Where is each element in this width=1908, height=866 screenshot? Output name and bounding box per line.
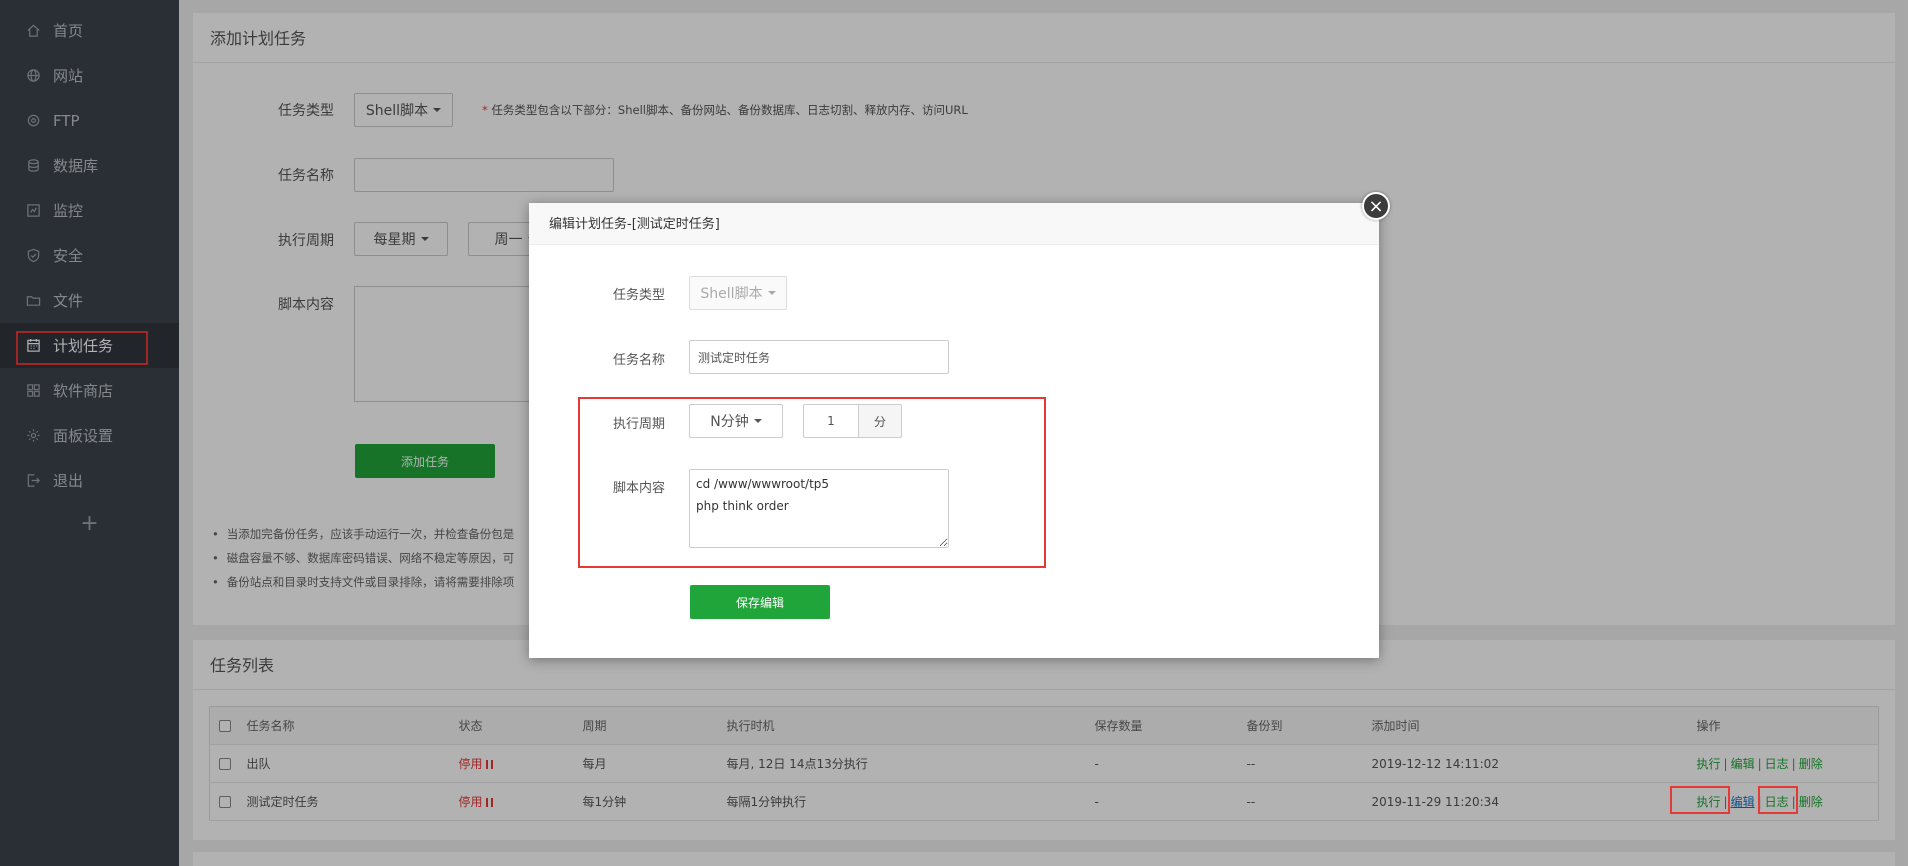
modal-cycle-dropdown[interactable]: N分钟 (689, 404, 783, 438)
modal-cycle-value: N分钟 (710, 414, 749, 430)
save-edit-button[interactable]: 保存编辑 (690, 585, 830, 619)
modal-script-textarea[interactable] (689, 469, 949, 548)
dialog-title: 编辑计划任务-[测试定时任务] (529, 203, 1379, 245)
close-button[interactable]: × (1362, 192, 1390, 220)
modal-cycle-label: 执行周期 (613, 417, 666, 432)
chevron-down-icon (767, 291, 776, 295)
interval-input[interactable] (803, 404, 859, 438)
modal-type-value: Shell脚本 (700, 286, 763, 302)
interval-unit: 分 (858, 404, 902, 438)
close-icon: × (1368, 195, 1384, 217)
modal-name-label: 任务名称 (613, 353, 666, 368)
modal-script-label: 脚本内容 (613, 481, 666, 496)
chevron-down-icon (753, 419, 762, 423)
modal-type-dropdown: Shell脚本 (689, 276, 787, 310)
modal-type-label: 任务类型 (613, 288, 666, 303)
modal-name-input[interactable] (689, 340, 949, 374)
